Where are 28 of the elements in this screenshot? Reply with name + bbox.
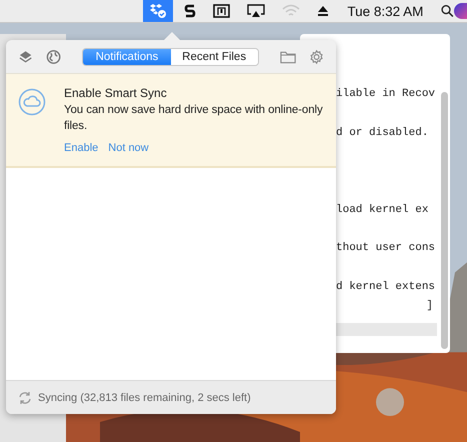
notification-title: Enable Smart Sync xyxy=(64,86,168,100)
sync-status-text: Syncing (32,813 files remaining, 2 secs left) xyxy=(38,392,251,404)
code-line: ilable in Recov xyxy=(336,87,436,102)
menu-bar-clock[interactable]: Tue 8:32 AM xyxy=(347,4,424,18)
code-line: d or disabled. xyxy=(336,126,430,141)
notification-message: You can now save hard drive space with online-only files. xyxy=(64,103,324,134)
siri-icon[interactable] xyxy=(454,3,467,19)
settings-icon[interactable] xyxy=(308,48,324,64)
s-logo-icon xyxy=(184,3,196,19)
search-icon[interactable] xyxy=(441,4,454,18)
display-icon xyxy=(213,4,230,18)
dropbox-icon xyxy=(149,3,168,19)
folder-icon[interactable] xyxy=(280,50,296,64)
action-link[interactable]: Enable xyxy=(64,142,98,154)
scrollbar[interactable] xyxy=(441,92,448,349)
action-link[interactable]: Not now xyxy=(108,142,149,154)
cloud-icon xyxy=(18,88,46,116)
tab[interactable]: Notifications xyxy=(83,48,171,64)
layers-icon[interactable] xyxy=(18,48,34,64)
tab[interactable]: Recent Files xyxy=(170,48,258,64)
code-line: thout user cons xyxy=(336,241,436,256)
wifi-icon xyxy=(282,4,300,18)
sync-icon xyxy=(18,390,32,404)
eject-icon xyxy=(317,5,330,17)
code-line: load kernel ex xyxy=(336,202,430,218)
code-line: ] xyxy=(426,300,433,312)
airplay-icon xyxy=(247,4,266,18)
code-line: d kernel extens xyxy=(336,280,436,295)
